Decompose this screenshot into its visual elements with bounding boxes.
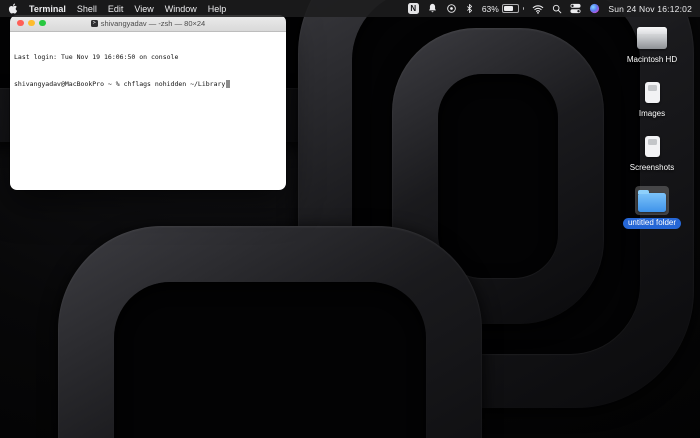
desktop-icons: Macintosh HD Images Screenshots untitled… — [616, 24, 688, 230]
battery-percent-label: 63% — [481, 3, 499, 14]
terminal-title-label: shivangyadav — -zsh — 80×24 — [100, 18, 206, 28]
apple-menu[interactable] — [8, 3, 18, 14]
menu-bar: Terminal Shell Edit View Window Help N 6… — [0, 0, 700, 17]
desktop-icon-untitled-folder[interactable]: untitled folder — [616, 186, 688, 230]
terminal-title-bar[interactable]: > shivangyadav — -zsh — 80×24 — [10, 15, 286, 32]
terminal-line-prompt: shivangyadav@MacBookPro ~ % chflags nohi… — [14, 80, 282, 89]
control-center-icon[interactable] — [570, 3, 581, 14]
desktop[interactable]: Terminal Shell Edit View Window Help N 6… — [0, 0, 700, 438]
desktop-icon-screenshots[interactable]: Screenshots — [616, 133, 688, 174]
menu-view[interactable]: View — [134, 4, 153, 14]
terminal-prompt-text: shivangyadav@MacBookPro ~ % chflags nohi… — [14, 80, 226, 88]
desktop-icon-macintosh-hd[interactable]: Macintosh HD — [616, 24, 688, 66]
spotlight-search-icon[interactable] — [552, 4, 562, 14]
menu-bar-clock[interactable]: Sun 24 Nov 16:12:02 — [608, 4, 692, 14]
desktop-icon-label: Macintosh HD — [626, 55, 678, 64]
notifications-bell-icon[interactable] — [427, 3, 438, 14]
wallpaper-tube-right-inner-hole — [438, 74, 558, 278]
terminal-cursor — [226, 80, 231, 88]
menu-help[interactable]: Help — [208, 4, 227, 14]
desktop-icon-label: Screenshots — [629, 162, 675, 172]
battery-nub — [522, 7, 525, 10]
hard-drive-icon — [637, 27, 667, 49]
menu-shell[interactable]: Shell — [77, 4, 97, 14]
minimize-button[interactable] — [28, 19, 35, 27]
terminal-window: > shivangyadav — -zsh — 80×24 Last login… — [10, 15, 286, 190]
wallpaper-tube-bottom-left — [58, 226, 482, 438]
desktop-icon-label: Images — [638, 108, 666, 118]
apple-logo-icon — [8, 3, 18, 14]
bluetooth-icon[interactable] — [465, 3, 474, 14]
desktop-icon-images[interactable]: Images — [616, 79, 688, 120]
menu-window[interactable]: Window — [165, 4, 197, 14]
folder-icon — [638, 190, 666, 213]
menu-edit[interactable]: Edit — [108, 4, 124, 14]
menu-terminal[interactable]: Terminal — [29, 4, 66, 14]
wifi-icon[interactable] — [532, 4, 544, 14]
menu-bar-left: Terminal Shell Edit View Window Help — [8, 3, 226, 14]
close-button[interactable] — [17, 19, 24, 27]
wallpaper-tube-bottom-left-hole — [114, 282, 426, 438]
battery-indicator[interactable]: 63% — [482, 4, 525, 14]
zoom-button[interactable] — [39, 19, 46, 27]
terminal-line-last-login: Last login: Tue Nov 19 16:06:50 on conso… — [14, 53, 179, 61]
terminal-content[interactable]: Last login: Tue Nov 19 16:06:50 on conso… — [10, 32, 286, 190]
external-device-icon — [644, 81, 660, 103]
terminal-proxy-icon: > — [90, 19, 98, 27]
terminal-title: > shivangyadav — -zsh — 80×24 — [10, 19, 286, 28]
desktop-icon-label: untitled folder — [622, 218, 682, 230]
screen-recording-icon[interactable] — [446, 3, 457, 14]
window-controls — [17, 19, 46, 27]
external-device-icon — [644, 135, 660, 157]
battery-icon — [501, 4, 519, 13]
notion-menu-icon[interactable]: N — [407, 3, 419, 14]
siri-icon[interactable] — [589, 3, 600, 14]
menu-bar-status: N 63% Sun 24 Nov 16:12:02 — [407, 3, 692, 14]
